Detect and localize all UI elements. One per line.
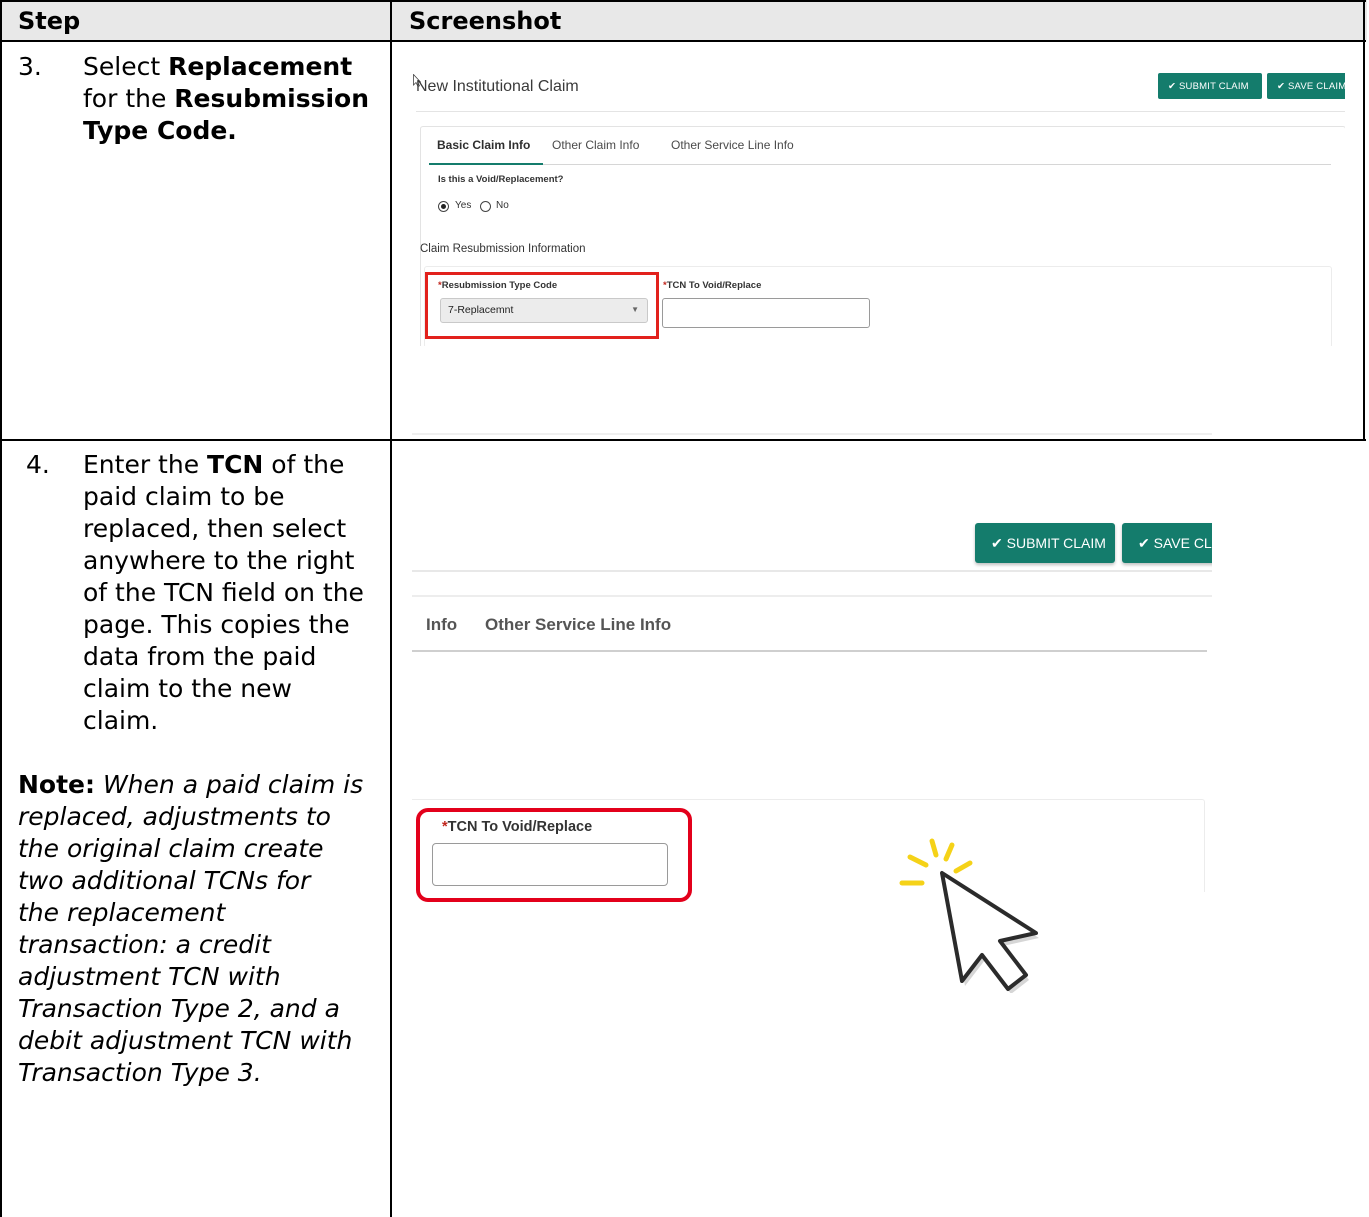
table-border-header-bottom [0,40,1366,42]
step-number: 4. [26,450,50,479]
step-line: Enter the TCN of the [83,450,345,479]
save-claim-button[interactable]: ✔ SAVE CLAIM [1267,73,1345,99]
click-cursor-icon [899,838,1039,993]
header-divider [412,570,1212,572]
step-4-note: Note: When a paid claim is replaced, adj… [18,769,383,1089]
step-line: page. This copies the [83,610,350,639]
step-line: anywhere to the right [83,546,355,575]
submit-claim-button[interactable]: ✔ SUBMIT CLAIM [1158,73,1262,99]
tab-other-claim-info-partial[interactable]: Info [426,615,457,635]
header-divider [416,111,1345,112]
table-header-screenshot: Screenshot [409,7,562,35]
tab-basic-claim-info[interactable]: Basic Claim Info [437,138,530,152]
tab-other-service-line-info[interactable]: Other Service Line Info [485,615,671,635]
step-4-description: Enter the TCN of the paid claim to be re… [83,449,383,737]
screenshot-step-4: ✔ SUBMIT CLAIM ✔ SAVE CLA Info Other Ser… [412,423,1212,1023]
step-number: 3. [18,52,42,81]
tcn-label: *TCN To Void/Replace [663,280,762,291]
note-line: Transaction Type 2, and a [18,994,340,1023]
section-title: Claim Resubmission Information [420,243,586,255]
tab-bar-divider [429,164,1331,165]
step-line: claim. [83,706,159,735]
highlight-box [416,808,692,902]
submit-claim-button[interactable]: ✔ SUBMIT CLAIM [975,523,1115,563]
step-line: claim to the new [83,674,292,703]
save-claim-button[interactable]: ✔ SAVE CLA [1122,523,1212,563]
note-line: replaced, adjustments to [18,802,331,831]
tab-other-service-line-info[interactable]: Other Service Line Info [671,138,794,152]
radio-no-label: No [496,200,509,211]
tab-bar-divider [412,650,1207,652]
page-title: New Institutional Claim [416,78,579,95]
step-line: Select Replacement [83,52,353,81]
note-label: Note: [18,770,96,799]
step-line: for the Resubmission [83,84,369,113]
screenshot-step-3: New Institutional Claim ✔ SUBMIT CLAIM ✔… [400,54,1345,346]
step-line: Type Code. [83,116,237,145]
tcn-input[interactable] [662,298,870,328]
step-line: paid claim to be [83,482,285,511]
table-header-step: Step [18,7,81,35]
note-line: Transaction Type 3. [18,1058,262,1087]
note-line: debit adjustment TCN with [18,1026,353,1055]
top-divider [412,433,1212,435]
table-border-middle [390,0,392,1217]
radio-no[interactable] [480,201,491,212]
step-line: replaced, then select [83,514,347,543]
card-top-divider [412,595,1212,597]
step-4: 4. Enter the TCN of the paid claim to be… [18,449,383,1089]
table-border-top [0,0,1366,2]
note-line: transaction: a credit [18,930,271,959]
active-tab-indicator [429,163,543,165]
step-line: of the TCN field on the [83,578,364,607]
step-3: 3. Select Replacement for the Resubmissi… [18,51,378,147]
table-border-right [1363,0,1365,441]
note-line: Note: When a paid claim is [18,770,364,799]
note-line: the original claim create [18,834,324,863]
note-line: the replacement [18,898,226,927]
table-border-left [0,0,2,1217]
radio-yes-label: Yes [455,200,472,211]
step-line: data from the paid [83,642,317,671]
void-replacement-question: Is this a Void/Replacement? [438,174,564,185]
tab-other-claim-info[interactable]: Other Claim Info [552,138,639,152]
radio-yes[interactable] [438,201,449,212]
note-line: adjustment TCN with [18,962,281,991]
note-line: two additional TCNs for [18,866,311,895]
step-3-description: Select Replacement for the Resubmission … [83,51,378,147]
highlight-box [425,272,659,339]
